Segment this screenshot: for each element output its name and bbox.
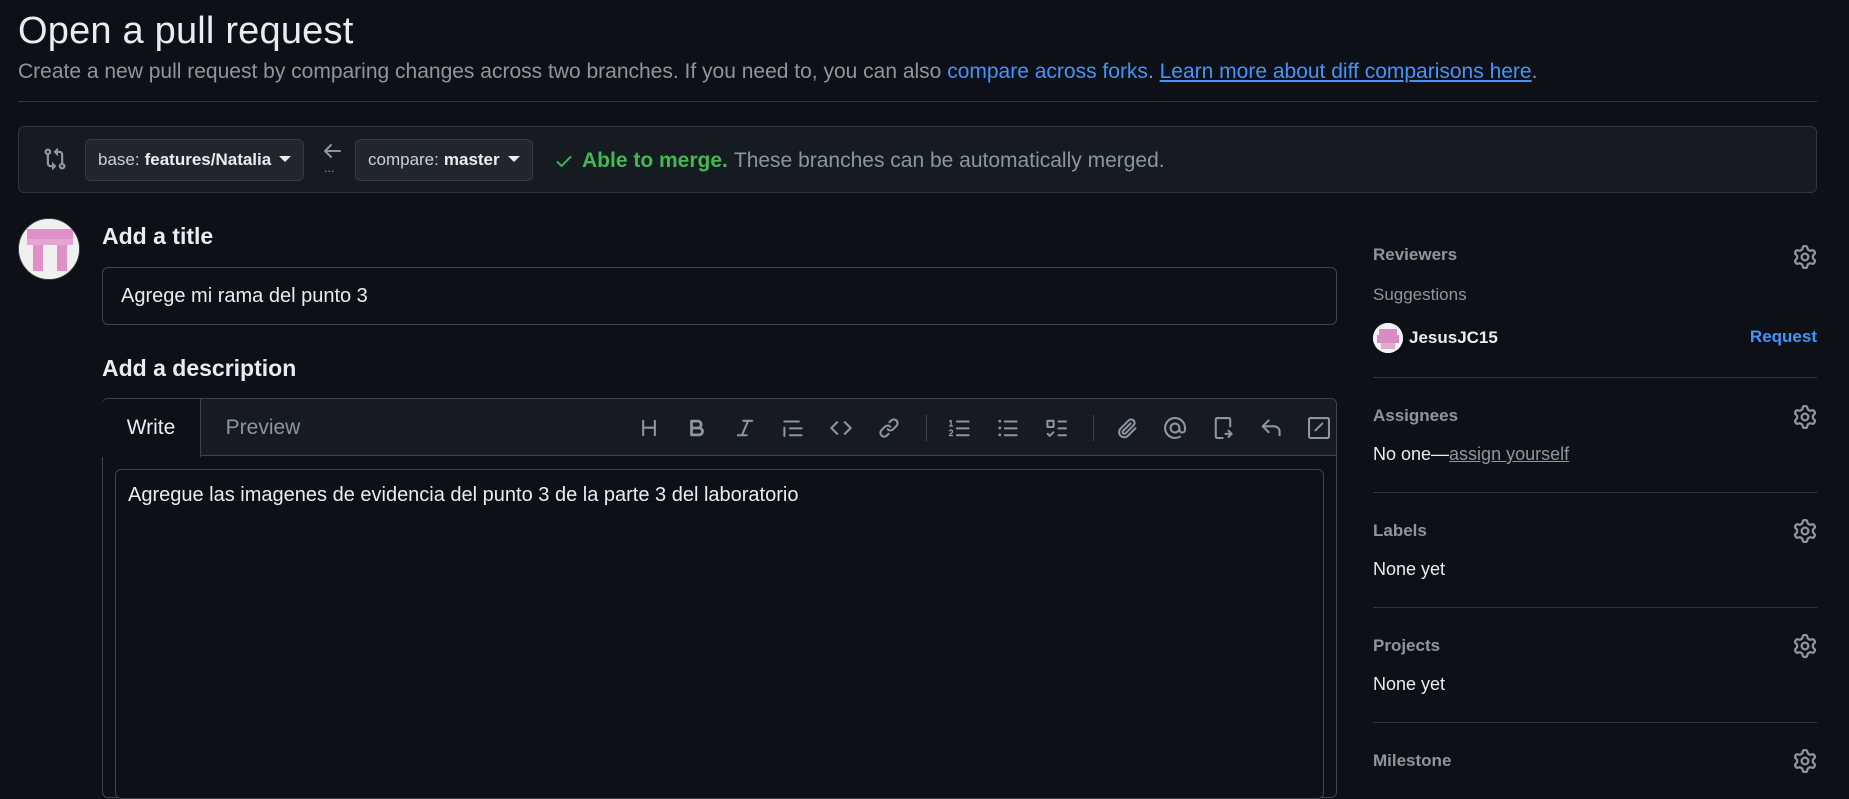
chevron-down-icon	[507, 156, 520, 162]
branch-compare-bar: base: features/Natalia ... compare: mast…	[18, 126, 1817, 193]
avatar[interactable]	[18, 218, 80, 280]
title-label: Add a title	[102, 223, 214, 249]
reviewers-title[interactable]: Reviewers	[1373, 245, 1457, 265]
chevron-down-icon	[279, 156, 292, 162]
mention-icon[interactable]	[1160, 413, 1190, 443]
reply-icon[interactable]	[1256, 413, 1286, 443]
assignees-value: No one—assign yourself	[1373, 444, 1569, 465]
tab-write[interactable]: Write	[102, 399, 201, 457]
gear-icon[interactable]	[1793, 519, 1817, 543]
compare-branch-key: compare:	[368, 150, 439, 169]
tab-preview[interactable]: Preview	[203, 399, 323, 457]
assign-yourself-link[interactable]: assign yourself	[1449, 444, 1569, 464]
arrow-left-icon: ...	[321, 141, 343, 175]
subtitle-period: .	[1531, 60, 1538, 83]
heading-icon[interactable]	[634, 413, 664, 443]
code-icon[interactable]	[826, 413, 856, 443]
labels-value: None yet	[1373, 559, 1446, 579]
labels-title[interactable]: Labels	[1373, 521, 1427, 541]
header-divider	[18, 101, 1817, 102]
suggestions-label: Suggestions	[1373, 285, 1467, 304]
check-icon	[556, 156, 572, 167]
unordered-list-icon[interactable]	[993, 413, 1023, 443]
quote-icon[interactable]	[778, 413, 808, 443]
base-branch-key: base:	[98, 150, 140, 169]
cross-reference-icon[interactable]	[1208, 413, 1238, 443]
merge-detail-text: These branches can be automatically merg…	[733, 149, 1165, 172]
assignees-none-text: No one—	[1373, 444, 1450, 464]
sidebar-divider	[1373, 377, 1817, 378]
git-compare-icon	[44, 147, 66, 171]
toolbar-separator	[1093, 415, 1094, 441]
suggested-reviewer-name[interactable]: JesusJC15	[1409, 328, 1498, 348]
bold-icon[interactable]	[682, 413, 712, 443]
page-subtitle: Create a new pull request by comparing c…	[18, 60, 1537, 84]
assignees-title[interactable]: Assignees	[1373, 406, 1458, 426]
compare-across-forks-link[interactable]: compare across forks	[947, 60, 1148, 83]
subtitle-text: Create a new pull request by comparing c…	[18, 60, 948, 83]
title-input[interactable]: Agrege mi rama del punto 3	[102, 267, 1337, 325]
projects-title[interactable]: Projects	[1373, 636, 1440, 656]
merge-status: Able to merge. These branches can be aut…	[554, 149, 1165, 173]
paperclip-icon[interactable]	[1112, 413, 1142, 443]
page-title: Open a pull request	[18, 10, 354, 52]
gear-icon[interactable]	[1793, 749, 1817, 773]
description-label: Add a description	[102, 355, 297, 381]
milestone-title[interactable]: Milestone	[1373, 751, 1451, 771]
avatar[interactable]	[1373, 323, 1403, 353]
sidebar-divider	[1373, 607, 1817, 608]
gear-icon[interactable]	[1793, 405, 1817, 429]
learn-more-link[interactable]: Learn more about diff comparisons here	[1160, 60, 1532, 83]
compare-branch-value: master	[443, 150, 500, 169]
task-list-icon[interactable]	[1041, 413, 1071, 443]
base-branch-select[interactable]: base: features/Natalia	[85, 139, 305, 181]
base-branch-value: features/Natalia	[144, 150, 272, 169]
page: Open a pull request Create a new pull re…	[18, 0, 1817, 799]
svg-text:...: ...	[324, 162, 335, 175]
slash-command-icon[interactable]	[1304, 413, 1334, 443]
request-review-button[interactable]: Request	[1750, 327, 1817, 347]
italic-icon[interactable]	[730, 413, 760, 443]
description-editor: Write Preview Agregue las imagenes de ev…	[102, 398, 1337, 799]
merge-ok-text: Able to merge.	[582, 149, 728, 172]
subtitle-separator: .	[1147, 60, 1160, 83]
projects-value: None yet	[1373, 674, 1446, 694]
sidebar-divider	[1373, 492, 1817, 493]
gear-icon[interactable]	[1793, 634, 1817, 658]
gear-icon[interactable]	[1793, 245, 1817, 269]
sidebar-divider	[1373, 722, 1817, 723]
compare-branch-select[interactable]: compare: master	[355, 139, 533, 181]
description-textarea[interactable]: Agregue las imagenes de evidencia del pu…	[115, 469, 1324, 799]
toolbar-separator	[926, 415, 927, 441]
link-icon[interactable]	[874, 413, 904, 443]
ordered-list-icon[interactable]	[945, 413, 975, 443]
